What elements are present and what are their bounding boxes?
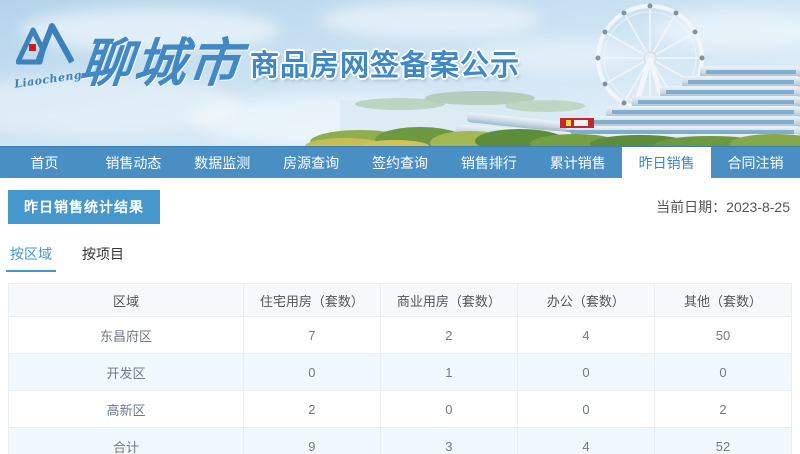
value-cell: 4 [516,316,655,354]
value-cell: 0 [379,390,518,428]
value-cell: 4 [516,427,655,454]
value-cell: 1 [379,353,518,391]
nav-item-7[interactable]: 昨日销售 [622,147,712,178]
table-row: 合计 9 3 4 52 [8,427,793,454]
column-header: 住宅用房（套数） [242,283,381,317]
value-cell: 2 [653,390,793,428]
value-cell: 9 [242,427,381,454]
value-cell: 0 [653,353,793,391]
column-header: 商业用房（套数） [379,283,518,317]
tab-1[interactable]: 按项目 [80,242,126,272]
main-content: 昨日销售统计结果 当前日期：2023-8-25 按区域 按项目 区域 住宅用房（套数… [0,178,800,454]
column-header: 其他（套数） [653,283,793,317]
value-cell: 2 [379,316,518,354]
value-cell: 0 [516,353,655,391]
value-cell: 0 [242,353,381,391]
city-name-calligraphy: 聊城市 [76,33,246,95]
region-cell: 高新区 [8,390,244,428]
value-cell: 52 [653,427,793,454]
table-row: 开发区 0 1 0 0 [8,353,793,391]
logo-script-text: Liaocheng [13,68,83,91]
tab-0[interactable]: 按区域 [6,242,56,272]
column-header: 区域 [8,283,244,317]
view-tabs: 按区域 按项目 [6,242,792,272]
nav-item-2[interactable]: 数据监测 [178,147,267,178]
table-header-row: 区域 住宅用房（套数） 商业用房（套数） 办公（套数） 其他（套数） [8,283,793,317]
liaocheng-logo: Liaocheng [13,18,83,91]
nav-item-8[interactable]: 合同注销 [711,147,800,178]
value-cell: 7 [242,316,381,354]
logo-red-square [29,44,36,51]
site-header: Liaocheng 聊城市 商品房网签备案公示 [0,0,800,146]
value-cell: 0 [516,390,655,428]
current-date-value: 2023-8-25 [726,199,790,215]
section-head: 昨日销售统计结果 当前日期：2023-8-25 [8,190,792,224]
value-cell: 2 [242,390,381,428]
region-cell: 开发区 [8,353,244,391]
nav-item-6[interactable]: 累计销售 [533,147,622,178]
mountain-logo-icon [15,23,75,65]
nav-item-5[interactable]: 销售排行 [444,147,533,178]
section-title-badge: 昨日销售统计结果 [8,190,160,224]
value-cell: 50 [653,316,793,354]
table-row: 东昌府区 7 2 4 50 [8,316,793,354]
table-body: 东昌府区 7 2 4 50 开发区 0 1 0 0 高新区 2 0 0 2 合计 9 3 4 52 [8,316,793,454]
column-header: 办公（套数） [516,283,655,317]
table-row: 高新区 2 0 0 2 [8,390,793,428]
nav-item-0[interactable]: 首页 [0,147,89,178]
site-title: 商品房网签备案公示 [250,50,521,82]
main-nav: 首页 销售动态 数据监测 房源查询 签约查询 销售排行 累计销售 昨日销售 合同注销 [0,146,800,178]
page: Liaocheng 聊城市 商品房网签备案公示 首页 销售动态 数据监测 房源查询 签约… [0,0,800,454]
nav-item-1[interactable]: 销售动态 [89,147,178,178]
brand: Liaocheng 聊城市 商品房网签备案公示 [13,18,521,95]
sales-table: 区域 住宅用房（套数） 商业用房（套数） 办公（套数） 其他（套数） 东昌府区 7 2 4 50… [8,283,793,454]
region-cell: 东昌府区 [8,316,244,354]
current-date: 当前日期：2023-8-25 [656,197,792,217]
value-cell: 3 [379,427,518,454]
nav-item-3[interactable]: 房源查询 [267,147,356,178]
nav-item-4[interactable]: 签约查询 [356,147,445,178]
current-date-label: 当前日期： [656,199,727,215]
region-cell: 合计 [8,427,244,454]
